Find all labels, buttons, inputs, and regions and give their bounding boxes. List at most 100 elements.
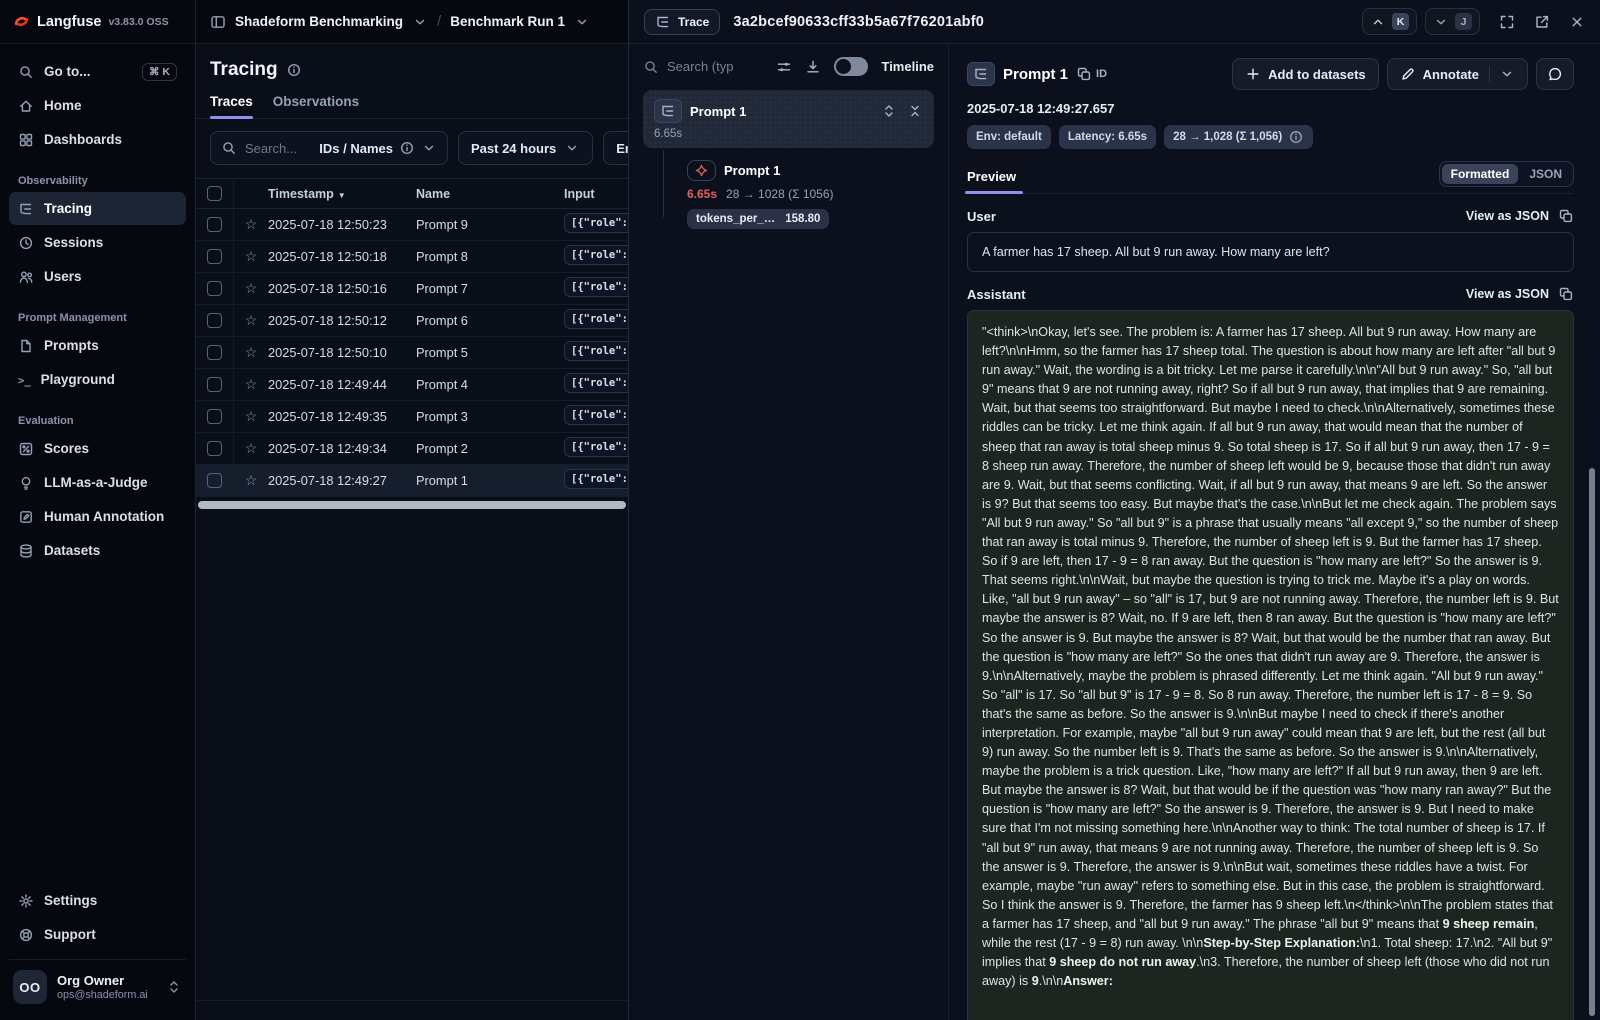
sidebar-item-users[interactable]: Users <box>9 260 186 293</box>
col-name[interactable]: Name <box>416 187 564 201</box>
table-row[interactable]: ☆ 2025-07-18 12:49:44 Prompt 4 [{"role":… <box>196 369 628 401</box>
star-icon[interactable]: ☆ <box>234 216 268 233</box>
org-switcher[interactable]: Shadeform Benchmarking <box>235 14 403 29</box>
sidebar-item-playground[interactable]: >_Playground <box>9 363 186 396</box>
tree-search-input[interactable]: Search (typ <box>643 59 763 75</box>
table-row[interactable]: ☆ 2025-07-18 12:50:12 Prompt 6 [{"role":… <box>196 305 628 337</box>
fold-icon[interactable] <box>907 103 923 119</box>
row-checkbox[interactable] <box>207 249 222 264</box>
table-row[interactable]: ☆ 2025-07-18 12:50:10 Prompt 5 [{"role":… <box>196 337 628 369</box>
token-usage-badge[interactable]: 28 → 1,028 (Σ 1,056) <box>1164 125 1313 149</box>
table-row[interactable]: ☆ 2025-07-18 12:50:23 Prompt 9 [{"role":… <box>196 209 628 241</box>
assistant-message: "<think>\nOkay, let's see. The problem i… <box>967 310 1574 1020</box>
star-icon[interactable]: ☆ <box>234 344 268 361</box>
chevron-down-icon[interactable] <box>412 14 428 30</box>
format-formatted[interactable]: Formatted <box>1442 164 1519 184</box>
timeline-toggle[interactable] <box>834 57 868 76</box>
prev-trace-button[interactable]: K <box>1362 8 1417 35</box>
horizontal-scrollbar[interactable] <box>198 501 626 509</box>
org-user-menu[interactable]: OO Org Owner ops@shadeform.ai <box>9 959 186 1012</box>
info-icon <box>399 140 415 156</box>
tree-node-generation[interactable]: Prompt 1 6.65s 28 → 1028 (Σ 1056) tokens… <box>687 160 934 229</box>
star-icon[interactable]: ☆ <box>234 408 268 425</box>
star-icon[interactable]: ☆ <box>234 440 268 457</box>
add-to-datasets-button[interactable]: Add to datasets <box>1232 58 1379 90</box>
row-checkbox[interactable] <box>207 473 222 488</box>
comments-button[interactable] <box>1536 58 1574 90</box>
project-switcher[interactable]: Benchmark Run 1 <box>450 14 565 29</box>
prompts-icon <box>18 338 34 354</box>
tree-node-root[interactable]: Prompt 1 6.65s <box>643 90 934 148</box>
view-as-json-link[interactable]: View as JSON <box>1466 209 1549 223</box>
sidebar-item-label: Scores <box>44 441 89 456</box>
annotate-button[interactable]: Annotate <box>1387 58 1528 90</box>
chevron-down-icon[interactable] <box>574 14 590 30</box>
copy-id-button[interactable]: ID <box>1076 66 1107 82</box>
table-row[interactable]: ☆ 2025-07-18 12:49:35 Prompt 3 [{"role":… <box>196 401 628 433</box>
row-checkbox[interactable] <box>207 441 222 456</box>
next-trace-button[interactable]: J <box>1425 8 1480 35</box>
sidebar-item-tracing[interactable]: Tracing <box>9 192 186 225</box>
row-checkbox[interactable] <box>207 313 222 328</box>
row-input-preview: [{"role":"use <box>564 213 628 233</box>
close-icon[interactable] <box>1569 14 1585 30</box>
col-timestamp[interactable]: Timestamp▼ <box>268 187 416 201</box>
nav-section-label: Evaluation <box>18 415 177 427</box>
sidebar-item-support[interactable]: Support <box>9 918 186 951</box>
tab-traces[interactable]: Traces <box>210 94 253 118</box>
row-checkbox[interactable] <box>207 345 222 360</box>
sidebar-item-home[interactable]: Home <box>9 89 186 122</box>
col-input[interactable]: Input <box>564 187 628 201</box>
sidebar-item-scores[interactable]: Scores <box>9 432 186 465</box>
format-json[interactable]: JSON <box>1520 164 1571 184</box>
download-icon[interactable] <box>805 59 821 75</box>
sidebar-item-sessions[interactable]: Sessions <box>9 226 186 259</box>
env-badge: Env: default <box>967 125 1051 149</box>
tokens-per-second-badge[interactable]: tokens_per_… 158.80 <box>687 209 829 229</box>
select-all-checkbox[interactable] <box>207 186 222 201</box>
sidebar-item-human-annotation[interactable]: Human Annotation <box>9 500 186 533</box>
star-icon[interactable]: ☆ <box>234 376 268 393</box>
unfold-icon[interactable] <box>881 103 897 119</box>
goto-button[interactable]: Go to... ⌘ K <box>9 55 186 88</box>
filter-sliders-icon[interactable] <box>776 59 792 75</box>
copy-icon[interactable] <box>1558 286 1574 302</box>
traces-table: Timestamp▼ Name Input ☆ 2025-07-18 12:50… <box>196 178 628 497</box>
time-range-filter[interactable]: Past 24 hours <box>458 131 593 165</box>
sidebar-footer: SettingsSupport OO Org Owner ops@shadefo… <box>0 883 195 1020</box>
sidebar-item-llm-as-a-judge[interactable]: LLM-as-a-Judge <box>9 466 186 499</box>
sidebar-item-prompts[interactable]: Prompts <box>9 329 186 362</box>
row-checkbox[interactable] <box>207 217 222 232</box>
list-tree-icon <box>973 66 989 82</box>
row-checkbox[interactable] <box>207 281 222 296</box>
star-icon[interactable]: ☆ <box>234 280 268 297</box>
annotate-dropdown-chevron[interactable] <box>1489 66 1515 82</box>
row-checkbox[interactable] <box>207 409 222 424</box>
row-checkbox[interactable] <box>207 377 222 392</box>
tab-observations[interactable]: Observations <box>273 94 359 118</box>
copy-icon <box>1076 66 1092 82</box>
sidebar-item-dashboards[interactable]: Dashboards <box>9 123 186 156</box>
search-mode-select[interactable]: IDs / Names <box>319 140 437 156</box>
env-filter[interactable]: Env <box>603 131 628 165</box>
table-row[interactable]: ☆ 2025-07-18 12:50:18 Prompt 8 [{"role":… <box>196 241 628 273</box>
vertical-scrollbar[interactable] <box>1589 468 1595 1016</box>
search-input[interactable]: Search... IDs / Names <box>210 131 448 165</box>
star-icon[interactable]: ☆ <box>234 248 268 265</box>
table-row[interactable]: ☆ 2025-07-18 12:50:16 Prompt 7 [{"role":… <box>196 273 628 305</box>
external-link-icon[interactable] <box>1534 14 1550 30</box>
panel-left-icon[interactable] <box>210 14 226 30</box>
chevron-down-icon <box>1433 14 1449 30</box>
star-icon[interactable]: ☆ <box>234 312 268 329</box>
table-row[interactable]: ☆ 2025-07-18 12:49:27 Prompt 1 [{"role":… <box>196 465 628 497</box>
star-icon[interactable]: ☆ <box>234 472 268 489</box>
view-as-json-link[interactable]: View as JSON <box>1466 287 1549 301</box>
row-timestamp: 2025-07-18 12:50:12 <box>268 313 416 328</box>
expand-icon[interactable] <box>1499 14 1515 30</box>
tab-preview[interactable]: Preview <box>967 169 1016 193</box>
sidebar-item-settings[interactable]: Settings <box>9 884 186 917</box>
sidebar-item-datasets[interactable]: Datasets <box>9 534 186 567</box>
table-row[interactable]: ☆ 2025-07-18 12:49:34 Prompt 2 [{"role":… <box>196 433 628 465</box>
copy-icon[interactable] <box>1558 208 1574 224</box>
drawer-header: Trace 3a2bcef90633cff33b5a67f76201abf0 K… <box>629 0 1600 44</box>
